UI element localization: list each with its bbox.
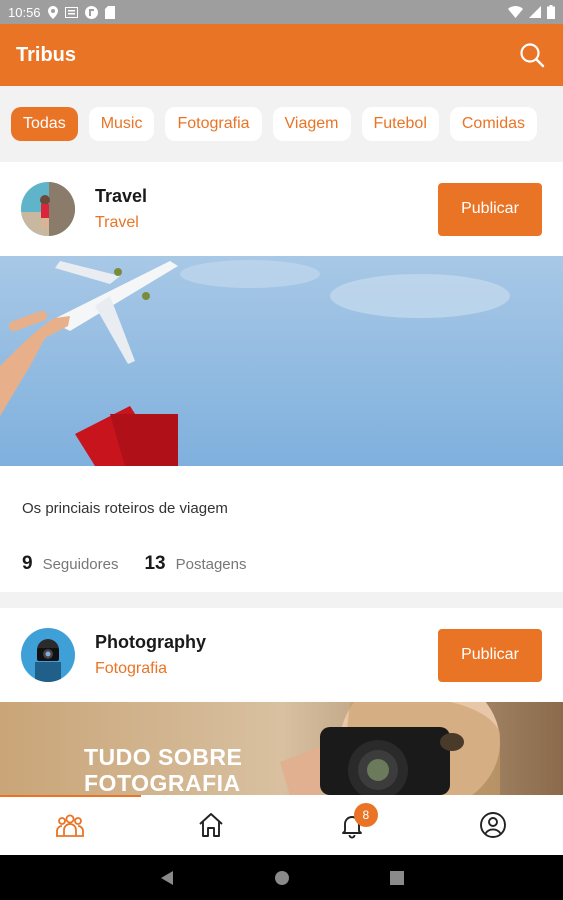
location-icon [47, 5, 58, 19]
nav-tribes[interactable] [0, 795, 141, 855]
chip-todas[interactable]: Todas [11, 107, 78, 141]
chip-comidas[interactable]: Comidas [449, 107, 538, 141]
chip-music[interactable]: Music [88, 107, 155, 141]
app-title: Tribus [16, 43, 77, 66]
search-icon [520, 43, 545, 68]
app-bar: Tribus [0, 24, 563, 86]
message-icon [64, 6, 78, 18]
nav-home[interactable] [141, 795, 282, 855]
followers-count: 9 [22, 553, 33, 574]
tribe-card[interactable]: Photography Fotografia Publicar TUDO SOB… [0, 608, 563, 795]
bottom-navigation: 8 [0, 795, 563, 855]
avatar [21, 182, 75, 236]
system-navigation-bar [0, 855, 563, 900]
banner-text-line2: FOTOGRAFIA [84, 770, 241, 795]
card-category[interactable]: Fotografia [95, 660, 206, 678]
profile-icon [479, 812, 506, 838]
sd-card-icon [104, 5, 115, 19]
card-banner-image[interactable] [0, 256, 563, 466]
category-filter-bar: Todas Music Fotografia Viagem Futebol Co… [0, 86, 563, 162]
app-notification-icon [84, 5, 98, 19]
status-bar: 10:56 [0, 0, 563, 24]
card-description: Os princiais roteiros de viagem [22, 500, 228, 517]
publish-button[interactable]: Publicar [438, 628, 542, 682]
battery-icon [547, 5, 555, 19]
banner-text-line1: TUDO SOBRE [84, 744, 243, 770]
tribes-icon [56, 814, 85, 837]
chip-viagem[interactable]: Viagem [272, 107, 351, 141]
recents-icon[interactable] [389, 870, 404, 885]
card-category[interactable]: Travel [95, 214, 147, 232]
followers-label: Seguidores [42, 555, 119, 573]
card-stats: 9 Seguidores 13 Postagens [0, 536, 563, 592]
card-banner-image[interactable]: TUDO SOBRE FOTOGRAFIA [0, 702, 563, 795]
back-icon[interactable] [160, 870, 174, 886]
status-time: 10:56 [8, 4, 41, 20]
card-header: Travel Travel Publicar [0, 162, 563, 256]
notification-badge: 8 [353, 803, 378, 827]
avatar [21, 628, 75, 682]
card-title: Photography [95, 632, 206, 652]
chip-futebol[interactable]: Futebol [361, 107, 439, 141]
card-title: Travel [95, 186, 148, 206]
home-icon [199, 813, 223, 837]
search-button[interactable] [517, 40, 547, 70]
chip-fotografia[interactable]: Fotografia [165, 107, 262, 141]
card-header: Photography Fotografia Publicar [0, 608, 563, 702]
posts-count: 13 [144, 553, 166, 574]
posts-label: Postagens [175, 555, 247, 573]
signal-icon [529, 6, 541, 18]
publish-button[interactable]: Publicar [438, 182, 542, 236]
tribe-card[interactable]: Travel Travel Publicar Os princiais rote… [0, 162, 563, 592]
home-circle-icon[interactable] [274, 870, 290, 886]
nav-notifications[interactable]: 8 [282, 795, 423, 855]
nav-profile[interactable] [422, 795, 563, 855]
wifi-icon [508, 6, 523, 18]
